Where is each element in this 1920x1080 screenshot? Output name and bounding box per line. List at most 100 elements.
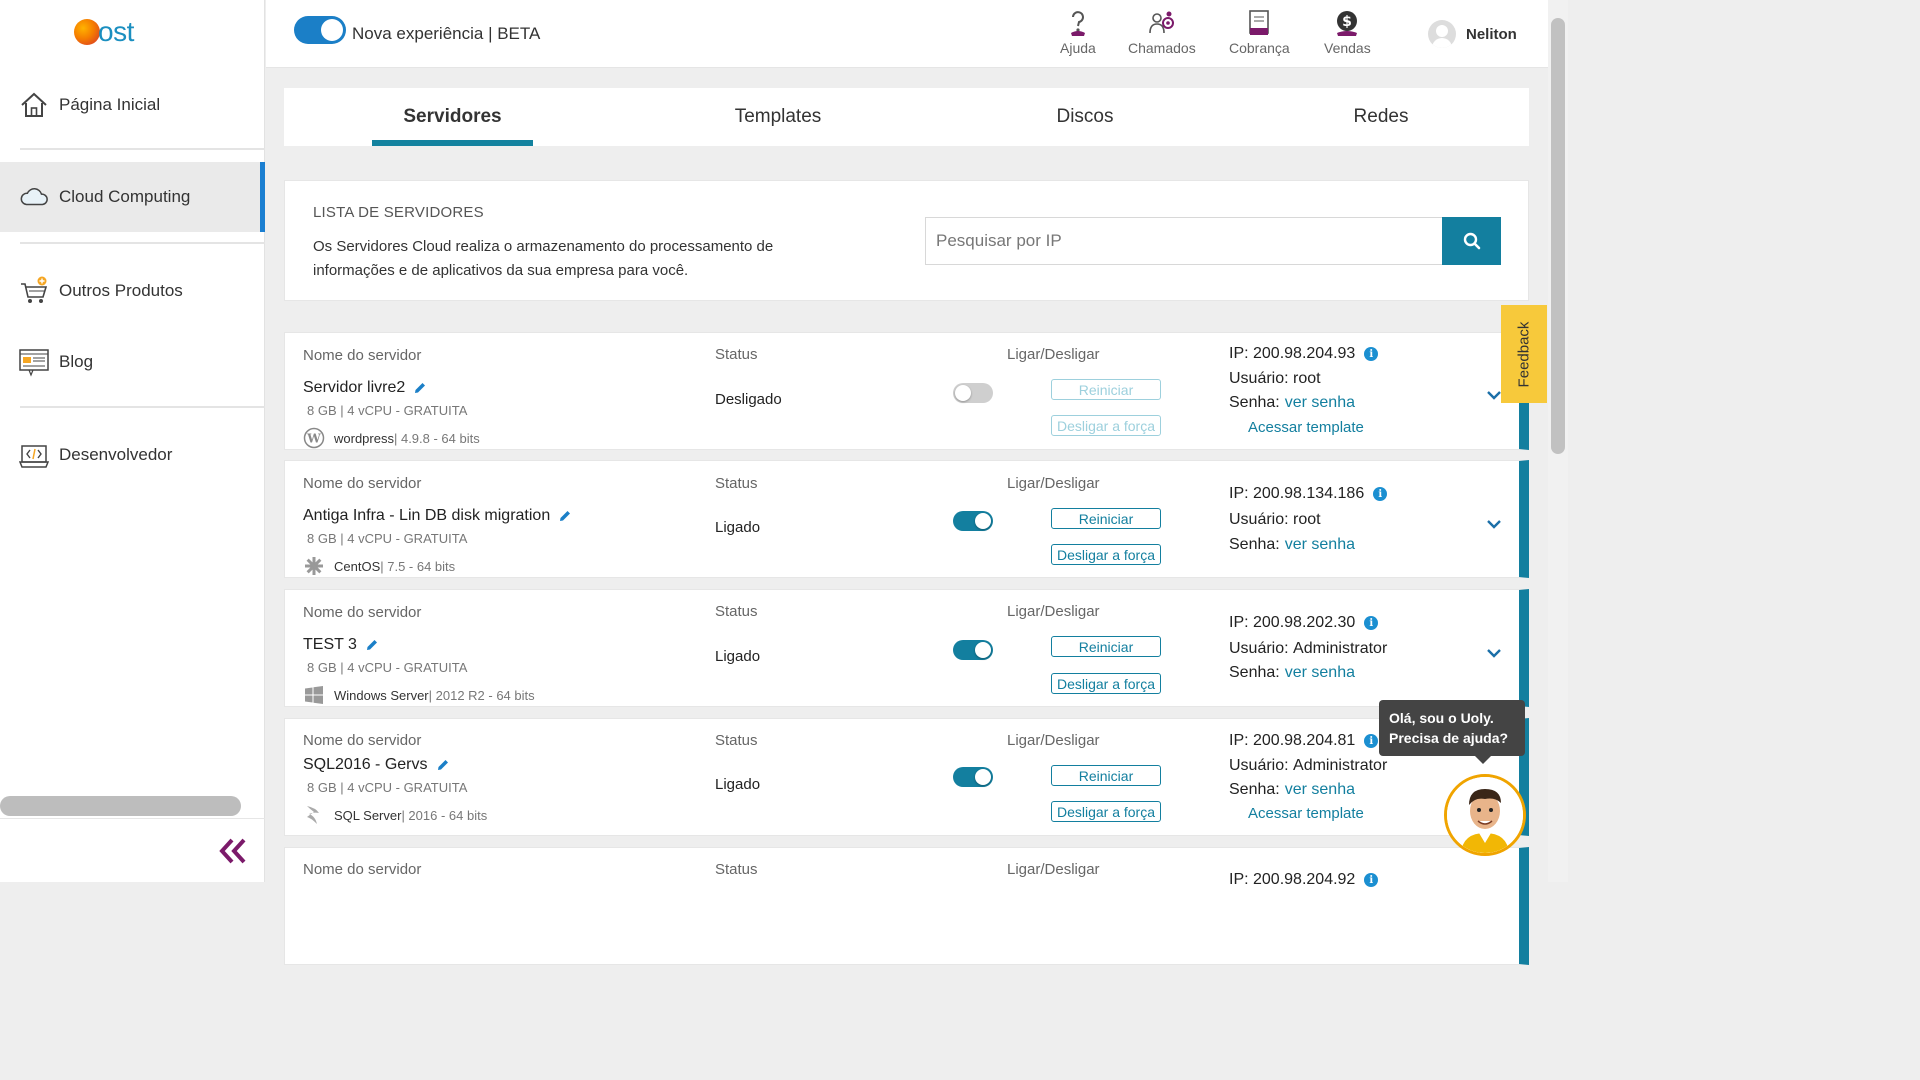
beta-toggle[interactable]: [294, 16, 346, 44]
edit-name-button[interactable]: [365, 638, 379, 652]
chat-bubble[interactable]: Olá, sou o Uoly. Precisa de ajuda?: [1379, 700, 1525, 764]
server-list-intro: LISTA DE SERVIDORES Os Servidores Cloud …: [284, 180, 1529, 301]
show-password-link[interactable]: ver senha: [1285, 664, 1355, 682]
top-header: Nova experiência | BETA Ajuda Chamados C…: [266, 0, 1548, 68]
server-password: Senha: ver senha: [1229, 536, 1355, 554]
tab-templates[interactable]: Templates: [704, 88, 852, 146]
access-template-link[interactable]: Acessar template: [1248, 805, 1364, 822]
password-prefix: Senha:: [1229, 781, 1280, 798]
ip-text: IP: 200.98.134.186: [1229, 485, 1365, 502]
restart-button[interactable]: Reiniciar: [1051, 379, 1161, 400]
force-off-button[interactable]: Desligar a força: [1051, 801, 1161, 822]
restart-button[interactable]: Reiniciar: [1051, 508, 1161, 529]
edit-name-button[interactable]: [436, 758, 450, 772]
force-off-button[interactable]: Desligar a força: [1051, 415, 1161, 436]
power-toggle[interactable]: [953, 383, 993, 403]
billing-icon: [1245, 9, 1273, 37]
power-label: Ligar/Desligar: [1007, 475, 1100, 492]
server-card: Nome do servidor Status Ligar/Desligar A…: [284, 460, 1529, 578]
pencil-icon: [366, 640, 377, 650]
show-password-link[interactable]: ver senha: [1285, 394, 1355, 412]
server-ip: IP: 200.98.204.81 i: [1229, 732, 1379, 750]
logo-text: ost: [98, 16, 134, 47]
edit-name-button[interactable]: [558, 509, 572, 523]
show-password-link[interactable]: ver senha: [1285, 781, 1355, 799]
info-icon[interactable]: i: [1364, 873, 1379, 887]
access-template-link[interactable]: Acessar template: [1248, 419, 1364, 436]
home-icon: [19, 90, 49, 120]
centos-icon: [303, 555, 325, 577]
header-item-ajuda[interactable]: Ajuda: [1060, 9, 1096, 56]
server-name-text: TEST 3: [303, 636, 357, 653]
chevron-down-icon[interactable]: [1485, 647, 1503, 659]
chat-line-2: Precisa de ajuda?: [1389, 730, 1509, 746]
tab-servidores[interactable]: Servidores: [372, 88, 533, 146]
server-ip: IP: 200.98.204.93 i: [1229, 345, 1379, 363]
ip-text: IP: 200.98.202.30: [1229, 614, 1356, 631]
page-scrollbar[interactable]: [1548, 0, 1568, 882]
header-item-label: Chamados: [1128, 40, 1196, 56]
header-item-label: Ajuda: [1060, 40, 1096, 56]
info-icon[interactable]: i: [1364, 347, 1379, 361]
sidebar-item-home[interactable]: Página Inicial: [0, 70, 265, 140]
server-user: Usuário: Administrator: [1229, 640, 1387, 658]
header-item-cobranca[interactable]: Cobrança: [1229, 9, 1290, 56]
sidebar-item-label: Outros Produtos: [59, 281, 183, 300]
info-icon[interactable]: i: [1364, 734, 1379, 748]
info-icon[interactable]: i: [1373, 487, 1388, 501]
server-card: Nome do servidor Status Ligar/Desligar I…: [284, 847, 1529, 965]
wordpress-icon: W: [303, 427, 325, 449]
os-version: | 4.9.8 - 64 bits: [393, 430, 480, 446]
restart-button[interactable]: Reiniciar: [1051, 636, 1161, 657]
header-item-chamados[interactable]: Chamados: [1128, 9, 1196, 56]
server-user: Usuário: Administrator: [1229, 757, 1387, 775]
server-spec: 8 GB | 4 vCPU - GRATUITA: [307, 660, 468, 675]
collapse-sidebar-button[interactable]: [218, 836, 248, 866]
chat-assistant-avatar[interactable]: [1444, 774, 1526, 856]
status-label: Status: [715, 346, 758, 363]
power-toggle[interactable]: [953, 640, 993, 660]
server-status: Ligado: [715, 519, 761, 536]
server-card: Nome do servidor Status Ligar/Desligar T…: [284, 589, 1529, 707]
user-menu[interactable]: Neliton: [1428, 20, 1517, 48]
server-name: Antiga Infra - Lin DB disk migration: [303, 507, 572, 525]
logo[interactable]: ost: [74, 16, 134, 48]
info-icon[interactable]: i: [1364, 616, 1379, 630]
server-status: Ligado: [715, 776, 761, 793]
header-item-vendas[interactable]: $ Vendas: [1324, 9, 1371, 56]
sidebar-divider: [20, 406, 265, 408]
power-label: Ligar/Desligar: [1007, 861, 1100, 878]
section-title: LISTA DE SERVIDORES: [313, 204, 484, 221]
sidebar-item-blog[interactable]: Blog: [0, 327, 265, 397]
chevron-down-icon[interactable]: [1485, 518, 1503, 530]
sidebar-item-cloud-computing[interactable]: Cloud Computing: [0, 162, 265, 232]
power-toggle[interactable]: [953, 511, 993, 531]
tab-redes[interactable]: Redes: [1314, 88, 1448, 146]
server-name: TEST 3: [303, 636, 379, 654]
sidebar-item-desenvolvedor[interactable]: Desenvolvedor: [0, 420, 265, 490]
search-button[interactable]: [1442, 217, 1501, 265]
tab-discos[interactable]: Discos: [1014, 88, 1156, 146]
feedback-tab[interactable]: Feedback: [1501, 305, 1547, 403]
sidebar-scrollbar[interactable]: [0, 796, 241, 816]
force-off-button[interactable]: Desligar a força: [1051, 673, 1161, 694]
server-spec: 8 GB | 4 vCPU - GRATUITA: [307, 531, 468, 546]
sidebar-item-outros-produtos[interactable]: Outros Produtos: [0, 256, 265, 326]
restart-button[interactable]: Reiniciar: [1051, 765, 1161, 786]
os-name: CentOS: [334, 558, 381, 574]
search-ip-input[interactable]: [925, 217, 1443, 265]
force-off-button[interactable]: Desligar a força: [1051, 544, 1161, 565]
server-name-label: Nome do servidor: [303, 475, 422, 492]
blog-icon: [19, 347, 49, 377]
edit-name-button[interactable]: [413, 381, 427, 395]
user-prefix: Usuário:: [1229, 370, 1289, 387]
page-scrollbar-thumb[interactable]: [1551, 18, 1565, 454]
power-toggle[interactable]: [953, 767, 993, 787]
server-user: Usuário: root: [1229, 511, 1321, 529]
pencil-icon: [560, 511, 571, 521]
sales-icon: $: [1333, 9, 1361, 37]
sidebar-item-label: Página Inicial: [59, 95, 161, 114]
show-password-link[interactable]: ver senha: [1285, 536, 1355, 554]
server-ip: IP: 200.98.134.186 i: [1229, 485, 1388, 503]
user-name: Neliton: [1466, 25, 1517, 43]
